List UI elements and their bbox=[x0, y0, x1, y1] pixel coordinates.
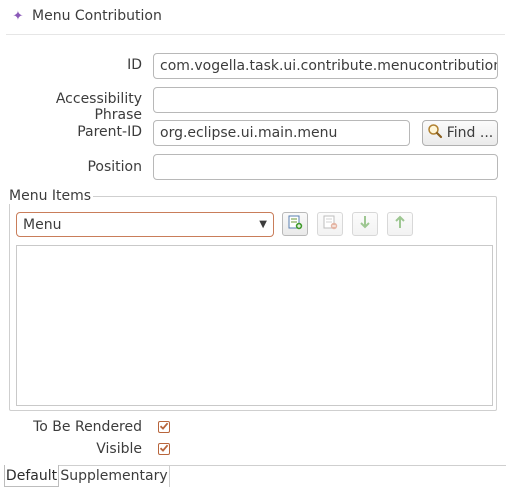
parent-id-value: org.eclipse.ui.main.menu bbox=[160, 125, 338, 141]
editor-title: Menu Contribution bbox=[32, 8, 162, 24]
remove-item-button[interactable] bbox=[317, 212, 343, 236]
position-field[interactable] bbox=[153, 154, 498, 180]
search-icon bbox=[427, 123, 443, 143]
menu-items-list[interactable] bbox=[16, 245, 493, 406]
position-label: Position bbox=[87, 159, 142, 175]
remove-item-icon bbox=[322, 214, 338, 234]
tab-default-label: Default bbox=[5, 467, 58, 484]
visible-label: Visible bbox=[96, 441, 142, 457]
move-down-button[interactable] bbox=[352, 212, 378, 236]
header-divider bbox=[6, 34, 505, 35]
id-field[interactable]: com.vogella.task.ui.contribute.menucontr… bbox=[153, 53, 498, 79]
id-label: ID bbox=[127, 57, 142, 73]
to-be-rendered-checkbox[interactable] bbox=[158, 421, 170, 433]
menu-item-type-select[interactable]: Menu ▼ bbox=[16, 212, 274, 237]
tab-supplementary[interactable]: Supplementary bbox=[59, 465, 170, 487]
add-item-icon bbox=[287, 214, 303, 234]
accessibility-phrase-label: Accessibility Phrase bbox=[55, 91, 142, 123]
parent-id-field[interactable]: org.eclipse.ui.main.menu bbox=[153, 120, 410, 146]
menu-item-type-value: Menu bbox=[23, 216, 62, 233]
menu-items-group-title: Menu Items bbox=[9, 188, 94, 204]
find-button[interactable]: Find ... bbox=[422, 120, 498, 146]
chevron-down-icon: ▼ bbox=[259, 219, 267, 230]
move-up-button[interactable] bbox=[387, 212, 413, 236]
visible-checkbox[interactable] bbox=[158, 443, 170, 455]
menu-contribution-icon: ✦ bbox=[12, 8, 24, 24]
id-value: com.vogella.task.ui.contribute.menucontr… bbox=[160, 58, 498, 74]
move-down-icon bbox=[357, 214, 373, 234]
tab-supplementary-label: Supplementary bbox=[60, 468, 168, 484]
parent-id-label: Parent-ID bbox=[77, 124, 142, 140]
checkmark-icon bbox=[159, 419, 169, 435]
tab-default[interactable]: Default bbox=[4, 465, 59, 487]
checkmark-icon bbox=[159, 441, 169, 457]
editor-header: ✦ Menu Contribution bbox=[10, 6, 162, 26]
find-button-label: Find ... bbox=[446, 125, 494, 141]
add-item-button[interactable] bbox=[282, 212, 308, 236]
to-be-rendered-label: To Be Rendered bbox=[33, 419, 142, 435]
move-up-icon bbox=[392, 214, 408, 234]
accessibility-phrase-field[interactable] bbox=[153, 87, 498, 113]
